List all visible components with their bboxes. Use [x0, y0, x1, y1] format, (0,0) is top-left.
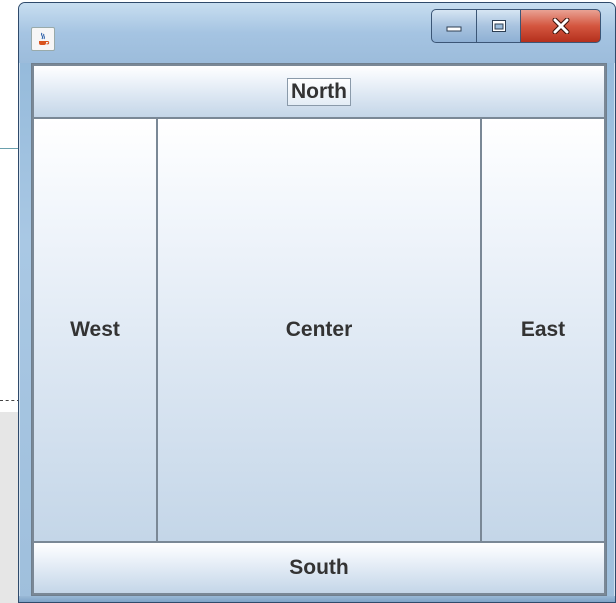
west-label: West [70, 318, 120, 341]
east-label: East [520, 318, 566, 341]
center-label: Center [285, 318, 353, 341]
app-window: North West Center East South [18, 2, 616, 603]
north-button[interactable]: North [32, 64, 606, 119]
north-label: North [287, 77, 351, 106]
background-line [0, 148, 20, 149]
close-button[interactable] [521, 9, 601, 43]
window-bottom-edge [19, 596, 615, 602]
content-pane: North West Center East South [31, 63, 607, 596]
background-panel [0, 412, 20, 603]
center-button[interactable]: Center [156, 117, 482, 543]
close-icon [552, 18, 569, 34]
east-button[interactable]: East [480, 117, 606, 543]
south-label: South [289, 556, 349, 579]
south-button[interactable]: South [32, 541, 606, 595]
maximize-button[interactable] [477, 9, 521, 43]
minimize-button[interactable] [431, 9, 477, 43]
west-button[interactable]: West [32, 117, 158, 543]
title-bar[interactable] [19, 3, 615, 63]
maximize-icon [491, 20, 506, 32]
background-dashed-line [0, 400, 20, 401]
caption-buttons [431, 9, 601, 43]
minimize-icon [446, 26, 462, 32]
java-cup-icon[interactable] [31, 27, 55, 51]
